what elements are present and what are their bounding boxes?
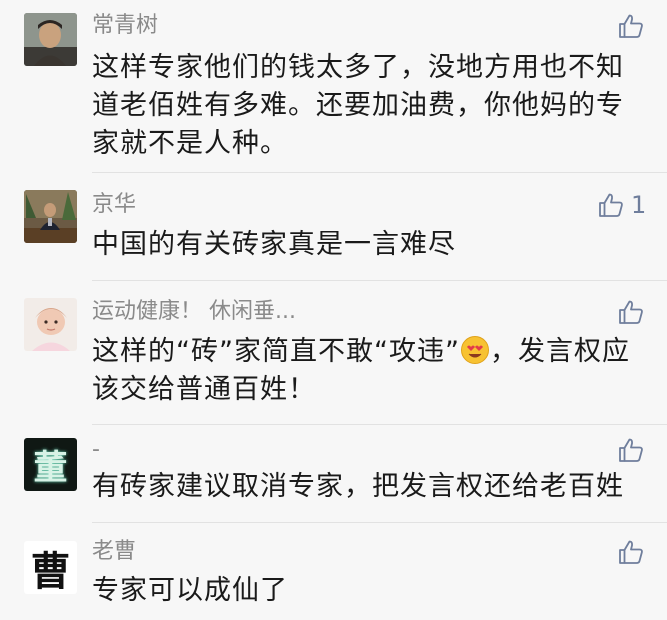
like-button[interactable] bbox=[617, 538, 651, 566]
avatar[interactable]: 董 bbox=[24, 438, 77, 491]
avatar[interactable] bbox=[24, 190, 77, 243]
comment-author[interactable]: 运动健康！ 休闲垂... bbox=[92, 298, 296, 326]
man-portrait-icon bbox=[24, 13, 77, 66]
comment-text: 这样的“砖”家简直不敢“攻违” ，发言权应该交给普通百姓！ bbox=[92, 333, 637, 409]
divider bbox=[92, 424, 667, 425]
divider bbox=[92, 172, 667, 173]
like-button[interactable] bbox=[617, 12, 651, 40]
comment-text: 有砖家建议取消专家，把发言权还给老百姓 bbox=[92, 471, 624, 502]
comment-text: 中国的有关砖家真是一言难尽 bbox=[92, 229, 456, 260]
comment-author[interactable]: 老曹 bbox=[92, 538, 136, 566]
avatar[interactable] bbox=[24, 13, 77, 66]
thumbs-up-icon bbox=[619, 300, 643, 324]
comment-author[interactable]: 京华 bbox=[92, 191, 136, 219]
thumbs-up-icon bbox=[619, 14, 643, 38]
baby-photo-icon bbox=[24, 298, 77, 351]
avatar[interactable] bbox=[24, 298, 77, 351]
comment-author[interactable]: 常青树 bbox=[92, 12, 158, 40]
comment-text-part: 这样的“砖”家简直不敢“攻违” bbox=[92, 336, 460, 367]
like-count: 1 bbox=[631, 191, 647, 219]
heart-eyes-emoji-icon bbox=[460, 336, 489, 364]
avatar-glyph: 曹 bbox=[30, 547, 71, 595]
avatar[interactable]: 曹 bbox=[24, 541, 77, 594]
thumbs-up-icon bbox=[599, 193, 623, 217]
avatar-glyph: 董 bbox=[33, 448, 68, 488]
like-button[interactable] bbox=[617, 436, 651, 464]
like-button[interactable] bbox=[617, 298, 651, 326]
man-at-desk-icon bbox=[24, 190, 77, 243]
comment-text: 这样专家他们的钱太多了，没地方用也不知道老佰姓有多难。还要加油费，你他妈的专家就… bbox=[92, 52, 624, 159]
comment-author[interactable]: - bbox=[92, 436, 100, 464]
divider bbox=[92, 280, 667, 281]
comment-text: 专家可以成仙了 bbox=[92, 575, 288, 606]
thumbs-up-icon bbox=[619, 438, 643, 462]
thumbs-up-icon bbox=[619, 540, 643, 564]
divider bbox=[92, 522, 667, 523]
like-button[interactable]: 1 bbox=[597, 191, 646, 219]
